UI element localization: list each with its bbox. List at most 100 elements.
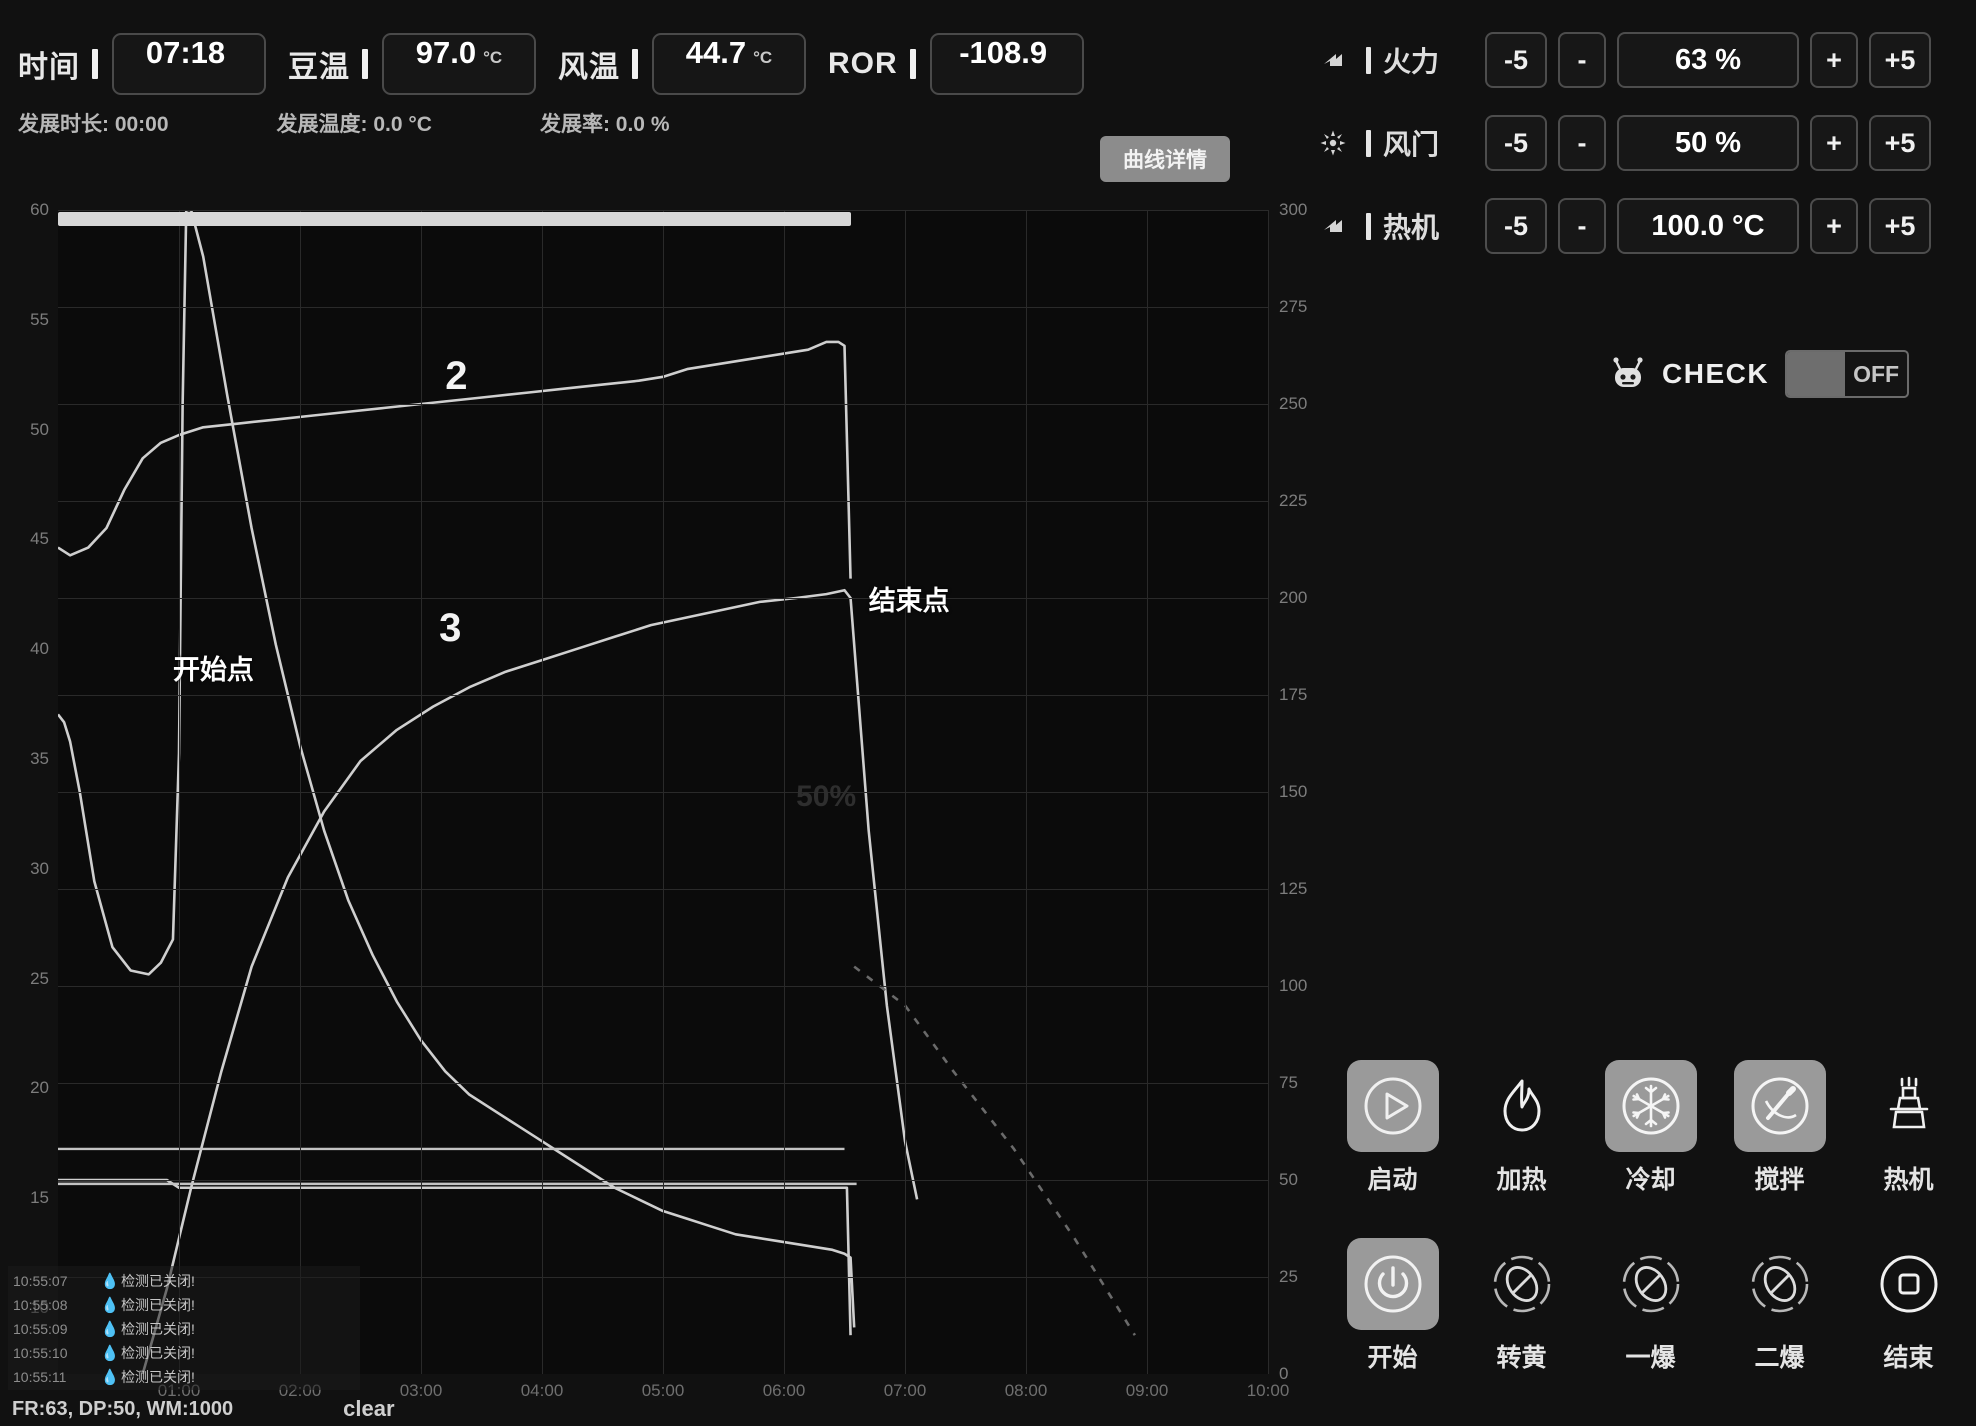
control-row-1: 风门 -5-50 % + +5 xyxy=(1320,113,1976,173)
action-button-冷却[interactable]: 冷却 xyxy=(1586,1060,1715,1196)
y-axis-right-tick: 275 xyxy=(1279,297,1308,316)
action-button-结束[interactable]: 结束 xyxy=(1844,1238,1973,1374)
y-axis-right-tick: 225 xyxy=(1279,491,1308,510)
inc-button-2[interactable]: + xyxy=(1810,198,1858,254)
curve-detail-button[interactable]: 曲线详情 xyxy=(1100,136,1230,182)
check-toggle-row[interactable]: CHECK OFF xyxy=(1608,350,1910,398)
log-line: 10:55:07 💧 检测已关闭! xyxy=(13,1269,355,1293)
action-button-label-1-2: 冷却 xyxy=(1625,1166,1676,1194)
log-message-4: 检测已关闭! xyxy=(121,1369,195,1385)
control-row-0: 火力 -5-63 % + +5 xyxy=(1320,30,1976,90)
y-axis-right-tick: 50 xyxy=(1279,1170,1298,1189)
control-name-1: 风门 xyxy=(1383,129,1440,160)
check-toggle-switch[interactable]: OFF xyxy=(1785,350,1910,398)
inc5-button-1[interactable]: +5 xyxy=(1869,115,1931,171)
y-axis-right-tick: 25 xyxy=(1279,1267,1298,1286)
y-axis-left-tick: 40 xyxy=(30,639,49,659)
toggle-state-label: OFF xyxy=(1853,360,1900,387)
action-button-二爆[interactable]: 二爆 xyxy=(1715,1238,1844,1374)
readout-value-box-bean-temp[interactable]: 97.0 °C xyxy=(382,33,536,95)
readout-value-box-ror[interactable]: -108.9 xyxy=(929,33,1084,95)
dec5-button-1[interactable]: -5 xyxy=(1485,115,1547,171)
value-display-2[interactable]: 100.0 °C xyxy=(1617,198,1799,254)
inc5-button-0[interactable]: +5 xyxy=(1869,32,1931,88)
y-axis-right-tick: 125 xyxy=(1279,879,1308,898)
x-axis-tick: 08:00 xyxy=(1004,1381,1048,1400)
readout-unit-air-temp: °C xyxy=(753,48,773,67)
action-button-一爆[interactable]: 一爆 xyxy=(1586,1238,1715,1374)
action-button-label-1-1: 加热 xyxy=(1496,1166,1547,1194)
y-axis-right-tick: 300 xyxy=(1279,200,1308,219)
end-point-annotation: 结束点 xyxy=(868,585,950,616)
development-info-row: 发展时长: 00:00 发展温度: 0.0 °C 发展率: 0.0 % xyxy=(18,108,778,138)
gridline-vertical xyxy=(421,210,422,1374)
readout-value-time: 07:18 xyxy=(145,35,226,70)
gridline-vertical xyxy=(905,210,906,1374)
readout-air-temp: 风温 44.7 °C xyxy=(558,33,806,95)
inc5-button-2[interactable]: +5 xyxy=(1869,198,1931,254)
log-time-0: 10:55:07 xyxy=(13,1273,68,1289)
readout-time: 时间 07:18 xyxy=(18,33,266,95)
gridline-vertical xyxy=(1268,210,1269,1374)
roaster-control-app: 时间 07:18 豆温 97.0 °C 风温 44.7 °C ROR -108.9 发展时长: 0… xyxy=(0,0,1976,1426)
action-button-label-1-4: 热机 xyxy=(1883,1166,1934,1194)
readout-value-box-time[interactable]: 07:18 xyxy=(112,33,266,95)
gridline-vertical xyxy=(1026,210,1027,1374)
event-log-panel[interactable]: 10:55:07 💧 检测已关闭! 10:55:08 💧 检测已关闭! 10:55:09 💧 检… xyxy=(8,1266,360,1390)
x-axis-tick: 07:00 xyxy=(883,1381,927,1400)
action-button-label-2-0: 开始 xyxy=(1367,1344,1418,1372)
action-button-加热[interactable]: 加热 xyxy=(1457,1060,1586,1196)
control-divider xyxy=(1366,46,1371,74)
coffee-bean-icon xyxy=(1734,1238,1826,1330)
action-button-热机[interactable]: 热机 xyxy=(1844,1060,1973,1196)
dec-button-0[interactable]: - xyxy=(1558,32,1606,88)
droplet-icon: 💧 xyxy=(100,1297,120,1314)
readout-divider xyxy=(909,49,916,79)
x-axis-tick: 06:00 xyxy=(762,1381,806,1400)
value-display-1[interactable]: 50 % xyxy=(1617,115,1799,171)
coffee-bean-icon xyxy=(1476,1238,1568,1330)
development-item-1: 发展温度: 0.0 °C xyxy=(276,113,432,136)
action-button-开始[interactable]: 开始 xyxy=(1328,1238,1457,1374)
dec5-button-0[interactable]: -5 xyxy=(1485,32,1547,88)
action-button-启动[interactable]: 启动 xyxy=(1328,1060,1457,1196)
dec-button-1[interactable]: - xyxy=(1558,115,1606,171)
right-control-panel: 火力 -5-63 % + +5 风门 -5-50 % + +5 热机 -5-100.0 °C + +5… xyxy=(1320,0,1976,1426)
readout-value-box-air-temp[interactable]: 44.7 °C xyxy=(652,33,806,95)
y-axis-left-tick: 35 xyxy=(30,749,49,769)
action-button-搅拌[interactable]: 搅拌 xyxy=(1715,1060,1844,1196)
action-button-转黄[interactable]: 转黄 xyxy=(1457,1238,1586,1374)
x-axis-tick: 10:00 xyxy=(1246,1381,1290,1400)
readout-value-bean-temp: 97.0 xyxy=(415,35,477,70)
gridline-vertical xyxy=(300,210,301,1374)
roast-chart: 300 275 250 225 200 175 150 125 100 75 50 25 0 60 55 50… xyxy=(0,200,1320,1426)
dec5-button-2[interactable]: -5 xyxy=(1485,198,1547,254)
y-axis-left-tick: 50 xyxy=(30,419,49,439)
action-button-label-1-3: 搅拌 xyxy=(1754,1166,1805,1194)
readout-label-ror: ROR xyxy=(828,47,898,80)
readout-divider xyxy=(92,49,98,79)
log-line: 10:55:11 💧 检测已关闭! xyxy=(13,1365,355,1389)
droplet-icon: 💧 xyxy=(100,1321,120,1338)
chart-top-progress-bar xyxy=(58,212,851,226)
development-item-0: 发展时长: 00:00 xyxy=(18,113,169,136)
value-display-0[interactable]: 63 % xyxy=(1617,32,1799,88)
stepper-1: -5-50 % + +5 xyxy=(1485,115,1942,171)
y-axis-left-tick: 60 xyxy=(30,200,49,219)
y-axis-right-tick: 250 xyxy=(1279,394,1308,413)
heater-arrow-icon xyxy=(1320,214,1354,238)
inc-button-1[interactable]: + xyxy=(1810,115,1858,171)
log-message-3: 检测已关闭! xyxy=(121,1345,195,1361)
y-axis-left-tick: 20 xyxy=(30,1078,49,1098)
chart-plot-area[interactable]: 300 275 250 225 200 175 150 125 100 75 50 25 0 60 55 50… xyxy=(30,200,1307,1400)
y-axis-right-tick: 175 xyxy=(1279,685,1308,704)
robot-icon xyxy=(1608,355,1648,393)
play-circle-icon xyxy=(1346,1060,1439,1152)
action-button-row-1: 启动 加热 冷却 搅拌 热机 xyxy=(1328,1060,1976,1196)
status-line: FR:63, DP:50, WM:1000 clear xyxy=(12,1396,395,1422)
log-message-0: 检测已关闭! xyxy=(121,1273,195,1289)
inc-button-0[interactable]: + xyxy=(1810,32,1858,88)
clear-log-button[interactable]: clear xyxy=(343,1396,394,1422)
dec-button-2[interactable]: - xyxy=(1558,198,1606,254)
action-button-label-1-0: 启动 xyxy=(1367,1166,1418,1194)
